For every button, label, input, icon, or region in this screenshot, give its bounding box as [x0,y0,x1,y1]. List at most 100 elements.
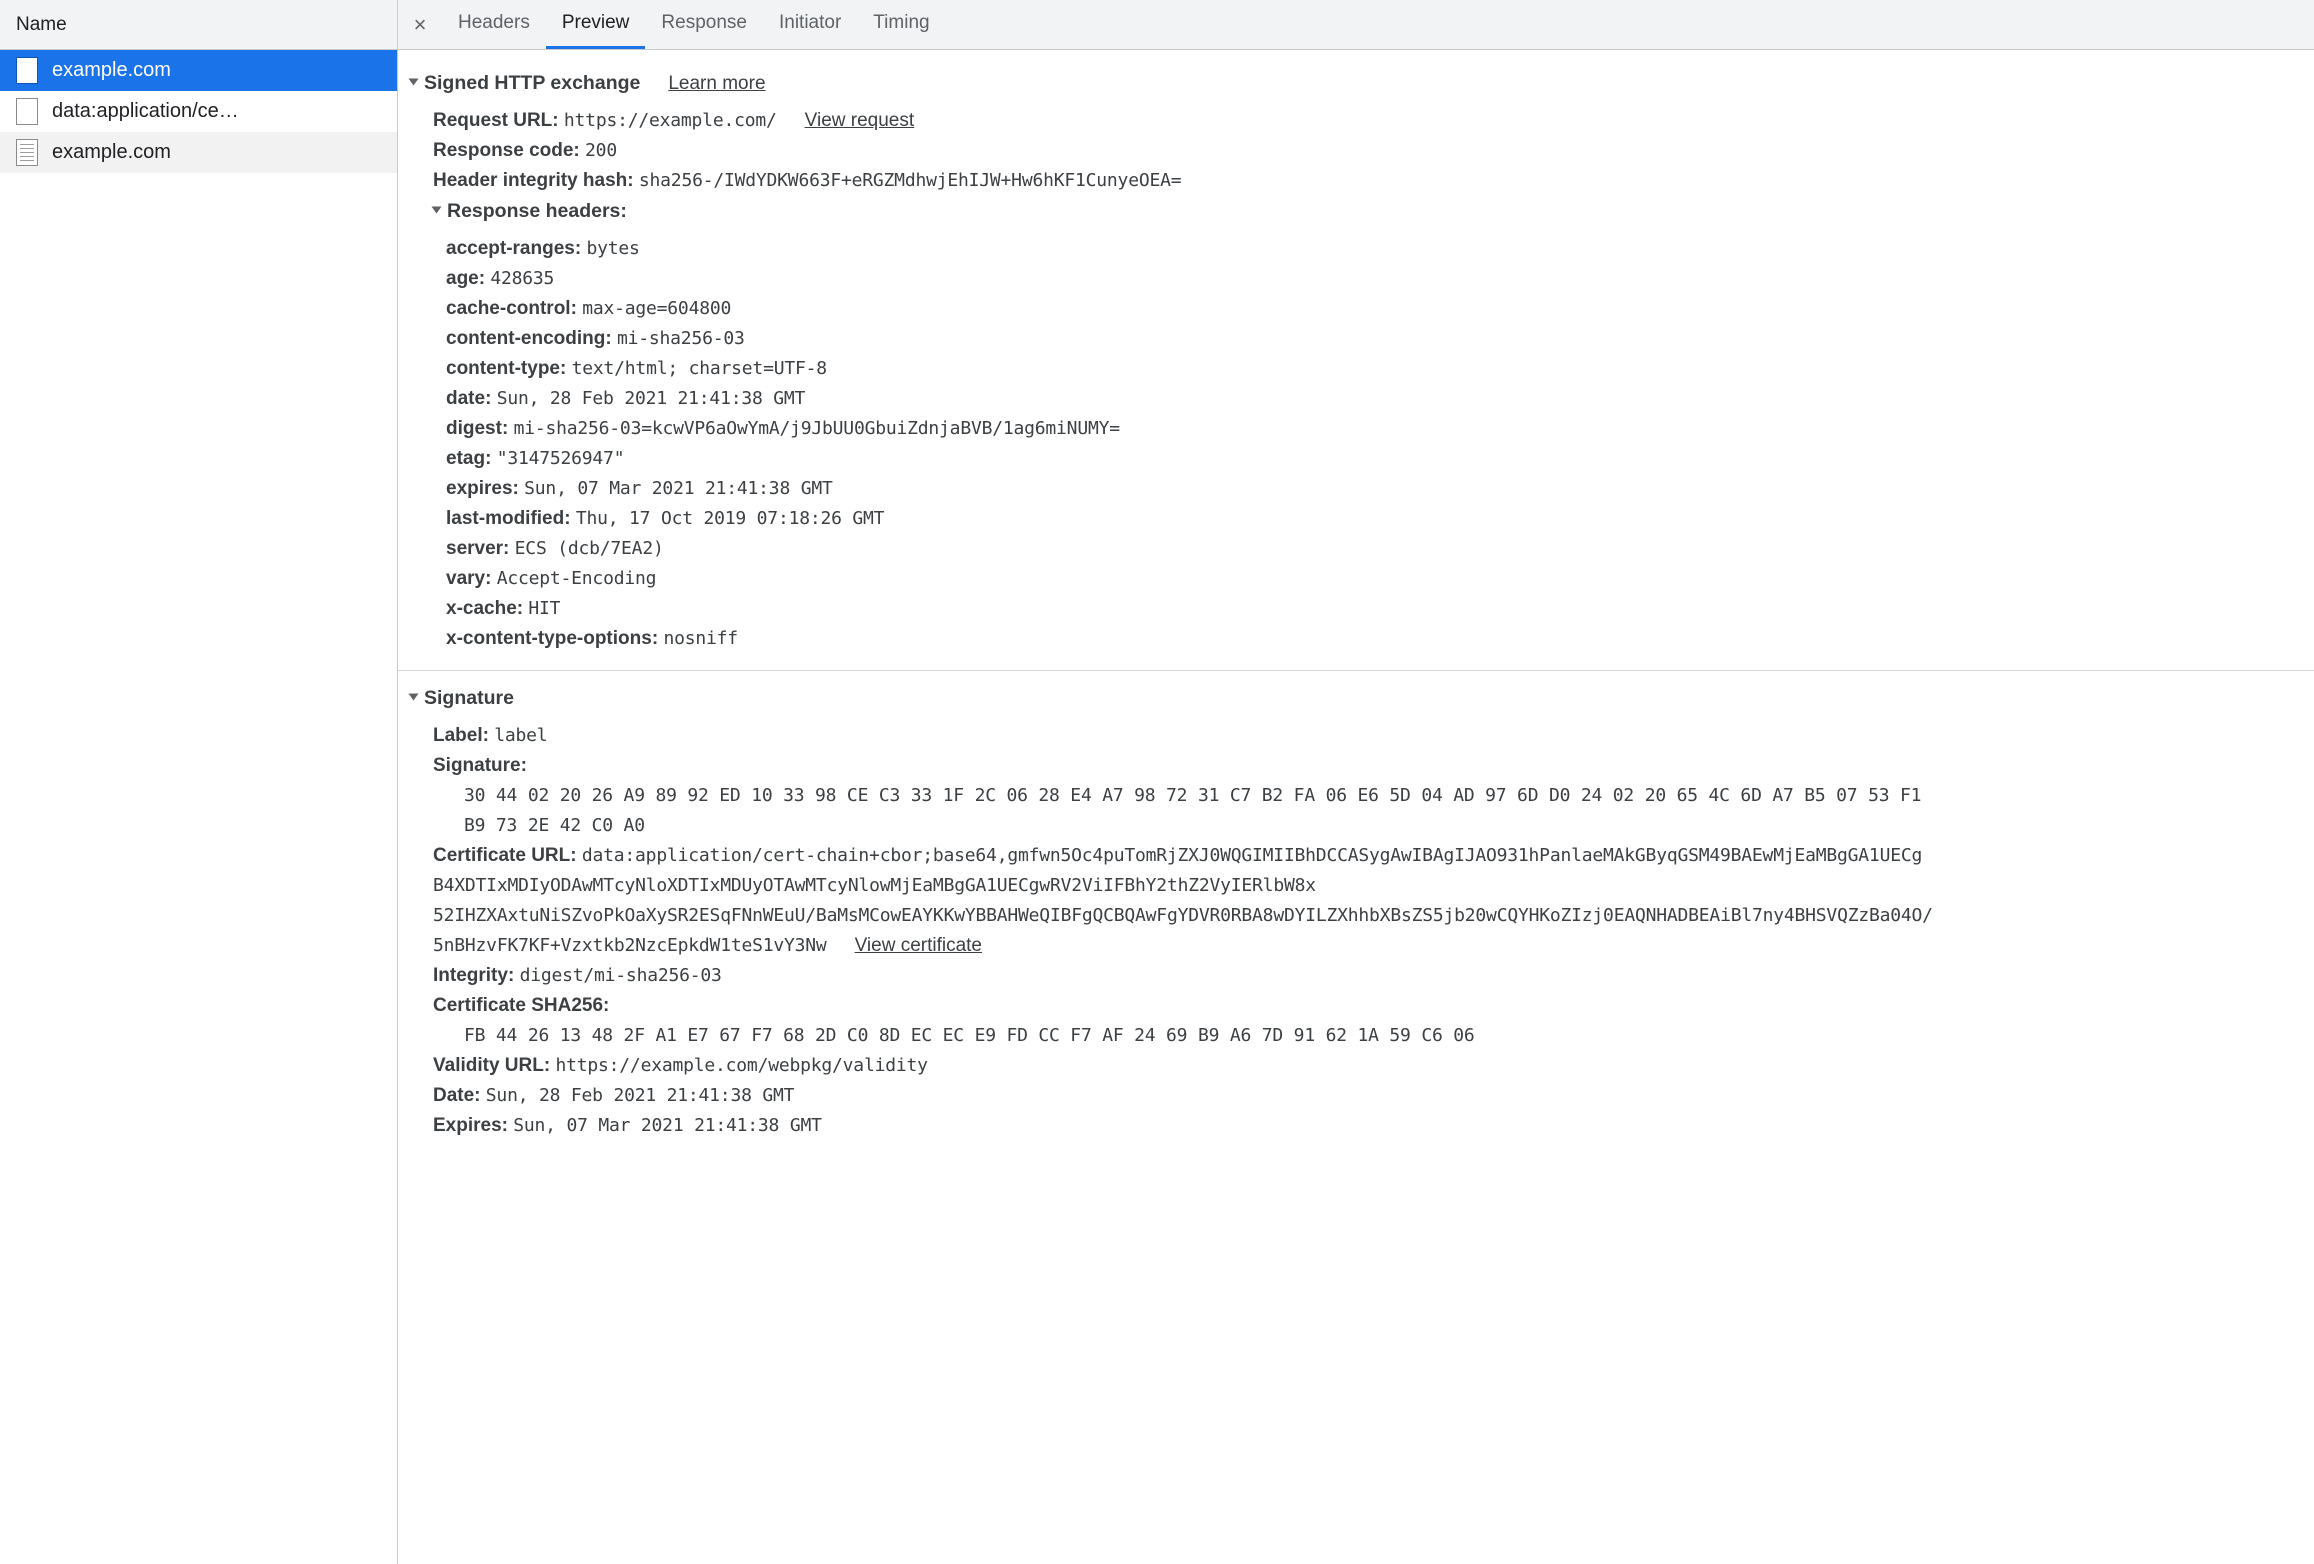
document-icon [16,139,38,166]
header-name: x-content-type-options: [446,628,659,649]
signature-label: Signature: [433,755,527,776]
close-icon[interactable]: × [398,0,442,49]
header-name: age: [446,268,486,289]
header-value: text/html; charset=UTF-8 [571,358,827,379]
list-item[interactable]: data:application/ce… [0,91,397,132]
header-value: Sun, 07 Mar 2021 21:41:38 GMT [524,478,833,499]
signature-bytes-line-2: B9 73 2E 42 C0 A0 [464,815,645,836]
header-name: etag: [446,448,492,469]
certificate-url-row: Certificate URL: data:application/cert-c… [398,841,2314,871]
certificate-sha256-label: Certificate SHA256: [433,995,610,1016]
request-url-label: Request URL: [433,110,559,131]
signature-date-row: Date: Sun, 28 Feb 2021 21:41:38 GMT [398,1081,2314,1111]
header-integrity-value: sha256-/IWdYDKW663F+eRGZMdhwjEhIJW+Hw6hK… [638,170,1182,191]
header-row: last-modified: Thu, 17 Oct 2019 07:18:26… [398,504,2314,534]
header-name: content-type: [446,358,567,379]
signature-bytes-line: 30 44 02 20 26 A9 89 92 ED 10 33 98 CE C… [398,781,2314,811]
header-value: bytes [586,238,640,259]
header-row: content-type: text/html; charset=UTF-8 [398,354,2314,384]
header-name: expires: [446,478,519,499]
header-row: vary: Accept-Encoding [398,564,2314,594]
header-name: date: [446,388,492,409]
header-name: vary: [446,568,492,589]
expires-label: Expires: [433,1115,508,1136]
header-row: x-content-type-options: nosniff [398,624,2314,654]
section-title: Signed HTTP exchange [424,72,641,94]
list-item-label: example.com [52,59,171,81]
learn-more-link[interactable]: Learn more [668,73,765,94]
certificate-url-continuation: B4XDTIxMDIyODAwMTcyNloXDTIxMDUyOTAwMTcyN… [398,871,2314,901]
header-integrity-label: Header integrity hash: [433,170,634,191]
header-value: Thu, 17 Oct 2019 07:18:26 GMT [575,508,885,529]
certificate-url-line-3: 52IHZXAxtuNiSZvoPkOaXySR2ESqFNnWEuU/BaMs… [433,905,1933,926]
certificate-sha256-value: FB 44 26 13 48 2F A1 E7 67 F7 68 2D C0 8… [464,1025,1475,1046]
header-row: cache-control: max-age=604800 [398,294,2314,324]
validity-url-value: https://example.com/webpkg/validity [555,1055,928,1076]
request-url-row: Request URL: https://example.com/View re… [398,106,2314,136]
chevron-down-icon[interactable] [431,206,442,214]
page-icon [16,98,38,125]
header-row: age: 428635 [398,264,2314,294]
view-request-link[interactable]: View request [805,110,915,131]
header-value: mi-sha256-03=kcwVP6aOwYmA/j9JbUU0GbuiZdn… [513,418,1121,439]
certificate-sha256-bytes: FB 44 26 13 48 2F A1 E7 67 F7 68 2D C0 8… [398,1021,2314,1051]
response-code-row: Response code: 200 [398,136,2314,166]
view-certificate-link[interactable]: View certificate [855,935,982,956]
integrity-row: Integrity: digest/mi-sha256-03 [398,961,2314,991]
validity-url-label: Validity URL: [433,1055,551,1076]
tab-response[interactable]: Response [645,0,763,49]
signature-bytes-header: Signature: [398,751,2314,781]
certificate-url-line-4: 5nBHzvFK7KF+Vzxtkb2NzcEpkdW1teS1vY3Nw [433,935,827,956]
header-name: accept-ranges: [446,238,582,259]
tab-initiator[interactable]: Initiator [763,0,857,49]
certificate-url-line-1: data:application/cert-chain+cbor;base64,… [581,845,1923,866]
section-title: Signature [424,687,514,709]
page-icon [16,57,38,84]
header-row: accept-ranges: bytes [398,234,2314,264]
header-row: content-encoding: mi-sha256-03 [398,324,2314,354]
integrity-value: digest/mi-sha256-03 [519,965,722,986]
detail-tabbar: × Headers Preview Response Initiator Tim… [398,0,2314,50]
header-name: server: [446,538,510,559]
request-list-sidebar: Name example.com data:application/ce… ex… [0,0,398,1564]
request-list-column-header[interactable]: Name [0,0,397,50]
integrity-label: Integrity: [433,965,515,986]
column-header-name: Name [16,13,67,35]
header-value: max-age=604800 [582,298,732,319]
header-name: x-cache: [446,598,524,619]
signature-section-header[interactable]: Signature [398,683,2314,714]
signed-http-exchange-header[interactable]: Signed HTTP exchange Learn more [398,68,2314,99]
header-value: "3147526947" [496,448,625,469]
response-headers-header[interactable]: Response headers: [398,196,2314,227]
tab-preview[interactable]: Preview [545,0,646,49]
list-item-label: example.com [52,141,171,163]
certificate-sha256-header: Certificate SHA256: [398,991,2314,1021]
list-item-label: data:application/ce… [52,100,239,122]
header-row: date: Sun, 28 Feb 2021 21:41:38 GMT [398,384,2314,414]
header-value: mi-sha256-03 [616,328,745,349]
header-value: nosniff [663,628,738,649]
list-item[interactable]: example.com [0,50,397,91]
label-label: Label: [433,725,489,746]
header-row: digest: mi-sha256-03=kcwVP6aOwYmA/j9JbUU… [398,414,2314,444]
signature-label-row: Label: label [398,721,2314,751]
header-row: x-cache: HIT [398,594,2314,624]
tab-headers[interactable]: Headers [442,0,546,49]
list-item[interactable]: example.com [0,132,397,173]
header-name: last-modified: [446,508,571,529]
tab-timing[interactable]: Timing [857,0,945,49]
header-value: 428635 [490,268,555,289]
request-detail-pane: × Headers Preview Response Initiator Tim… [398,0,2314,1564]
header-row: etag: "3147526947" [398,444,2314,474]
certificate-url-continuation: 5nBHzvFK7KF+Vzxtkb2NzcEpkdW1teS1vY3Nw Vie… [398,931,2314,961]
header-name: content-encoding: [446,328,612,349]
chevron-down-icon[interactable] [408,78,419,86]
signature-bytes-line-1: 30 44 02 20 26 A9 89 92 ED 10 33 98 CE C… [464,785,1922,806]
response-headers-title: Response headers: [447,200,627,222]
header-value: HIT [528,598,561,619]
chevron-down-icon[interactable] [408,693,419,701]
response-code-label: Response code: [433,140,580,161]
header-row: expires: Sun, 07 Mar 2021 21:41:38 GMT [398,474,2314,504]
label-value: label [494,725,548,746]
response-code-value: 200 [585,140,617,161]
